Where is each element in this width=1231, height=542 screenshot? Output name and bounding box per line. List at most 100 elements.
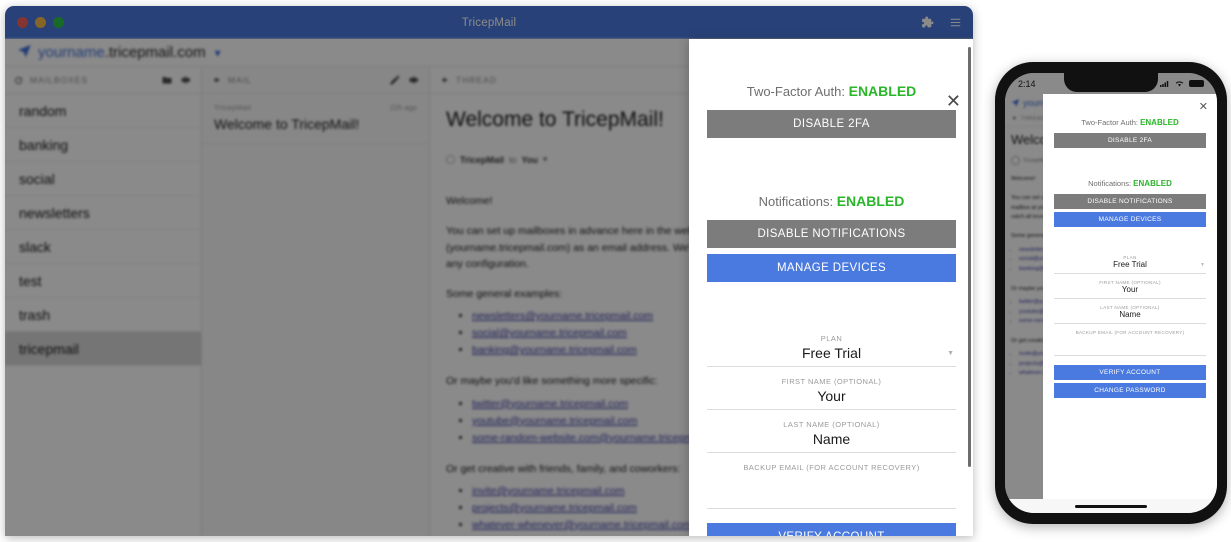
folder-icon[interactable] <box>161 74 173 86</box>
modal-scrollbar[interactable] <box>968 47 971 467</box>
last-name-input[interactable]: Name <box>707 431 956 449</box>
first-name-field[interactable]: FIRST NAME (OPTIONAL) Your <box>707 377 956 410</box>
sidebar-item-test[interactable]: test <box>5 264 201 298</box>
chevron-down-icon[interactable]: ▼ <box>947 350 954 357</box>
screenshot-stage: TricepMail yourname.tricepmail.com ▾ MAI… <box>0 0 1231 542</box>
last-name-label: LAST NAME (OPTIONAL) <box>783 420 880 429</box>
modal-scroll-area: ✕ Two-Factor Auth: ENABLED DISABLE 2FA N… <box>689 83 973 536</box>
plan-label: PLAN <box>820 334 843 343</box>
form-actions: VERIFY ACCOUNT CHANGE PASSWORD <box>707 523 956 536</box>
phone-two-factor-status-badge: ENABLED <box>1140 118 1179 127</box>
phone-two-factor-label: Two-Factor Auth: <box>1081 118 1138 127</box>
phone-disable-notifications-button[interactable]: DISABLE NOTIFICATIONS <box>1054 194 1206 209</box>
manage-devices-button[interactable]: MANAGE DEVICES <box>707 254 956 282</box>
mail-sender: TricepMail <box>214 103 252 112</box>
mailboxes-list: random banking social newsletters slack … <box>5 94 201 366</box>
chevron-down-icon[interactable]: ▾ <box>215 46 221 60</box>
home-indicator[interactable] <box>1075 505 1147 508</box>
email-link[interactable]: newsletters@yourname.tricepmail.com <box>472 310 653 322</box>
backup-email-field[interactable]: BACKUP EMAIL (FOR ACCOUNT RECOVERY) <box>707 463 956 509</box>
sidebar-item-slack[interactable]: slack <box>5 230 201 264</box>
mail-timestamp: 22h ago <box>389 103 417 112</box>
close-icon[interactable]: ✕ <box>946 92 961 110</box>
chevron-down-icon[interactable]: ▼ <box>1200 262 1205 268</box>
email-link[interactable]: twitter@yourname.tricepmail.com <box>472 398 628 410</box>
two-factor-label: Two-Factor Auth: <box>746 84 845 99</box>
window-titlebar: TricepMail <box>5 6 973 39</box>
phone-form-actions: VERIFY ACCOUNT CHANGE PASSWORD <box>1054 365 1206 398</box>
notifications-status-row: Notifications: ENABLED <box>707 193 956 209</box>
window-title: TricepMail <box>461 16 517 29</box>
verify-account-button[interactable]: VERIFY ACCOUNT <box>707 523 956 536</box>
sidebar-item-newsletters[interactable]: newsletters <box>5 196 201 230</box>
email-link[interactable]: invite@yourname.tricepmail.com <box>472 485 624 497</box>
mail-list-item[interactable]: TricepMail 22h ago Welcome to TricepMail… <box>202 94 429 144</box>
mail-list-pane: MAIL TricepMail 22h ago Welcome to Trice… <box>202 67 430 536</box>
phone-screen: 2:14 THREAD Welcome TricepMail Welcome! … <box>1005 73 1217 513</box>
mailbox-label: test <box>19 272 42 289</box>
domain-subdomain: yourname <box>38 44 105 61</box>
back-arrow-icon[interactable] <box>439 75 449 85</box>
phone-notifications-status-badge: ENABLED <box>1133 179 1172 188</box>
last-name-field[interactable]: LAST NAME (OPTIONAL) Name <box>707 420 956 453</box>
refresh-icon[interactable] <box>14 76 23 85</box>
first-name-input[interactable]: Your <box>707 388 956 406</box>
sidebar-item-social[interactable]: social <box>5 162 201 196</box>
phone-last-name-input[interactable]: Name <box>1054 310 1206 321</box>
phone-verify-account-button[interactable]: VERIFY ACCOUNT <box>1054 365 1206 380</box>
puzzle-piece-icon[interactable] <box>921 16 934 29</box>
account-form: PLAN Free Trial ▼ FIRST NAME (OPTIONAL) … <box>707 334 956 536</box>
paper-plane-icon <box>17 43 32 63</box>
sidebar-item-banking[interactable]: banking <box>5 128 201 162</box>
sidebar-item-random[interactable]: random <box>5 94 201 128</box>
gear-icon[interactable] <box>180 74 192 86</box>
notifications-label: Notifications: <box>758 194 834 209</box>
phone-backup-email-label: BACKUP EMAIL (FOR ACCOUNT RECOVERY) <box>1075 330 1185 335</box>
sidebar-item-tricepmail[interactable]: tricepmail <box>5 332 201 366</box>
mail-subject: Welcome to TricepMail! <box>214 116 360 132</box>
disable-notifications-button[interactable]: DISABLE NOTIFICATIONS <box>707 220 956 248</box>
email-link[interactable]: youtube@yourname.tricepmail.com <box>472 415 637 427</box>
phone-first-name-input[interactable]: Your <box>1054 285 1206 296</box>
phone-plan-select-value: Free Trial <box>1113 260 1147 269</box>
phone-disable-2fa-button[interactable]: DISABLE 2FA <box>1054 133 1206 148</box>
sidebar-item-trash[interactable]: trash <box>5 298 201 332</box>
phone-manage-devices-button[interactable]: MANAGE DEVICES <box>1054 212 1206 227</box>
caret-down-icon[interactable]: ▾ <box>543 154 548 165</box>
phone-backup-email-input[interactable] <box>1054 335 1206 346</box>
email-link[interactable]: social@yourname.tricepmail.com <box>472 327 627 339</box>
domain-label[interactable]: yourname.tricepmail.com <box>38 44 206 61</box>
mailbox-label: social <box>19 170 55 187</box>
traffic-lights <box>17 17 64 28</box>
gear-icon[interactable] <box>408 74 420 86</box>
plan-field[interactable]: PLAN Free Trial ▼ <box>707 334 956 367</box>
mailboxes-pane-header: MAILBOXES <box>5 67 201 94</box>
phone-first-name-field[interactable]: FIRST NAME (OPTIONAL) Your <box>1054 280 1206 299</box>
titlebar-actions <box>921 16 962 29</box>
account-settings-modal: ✕ Two-Factor Auth: ENABLED DISABLE 2FA N… <box>689 39 973 536</box>
thread-recipient: You <box>521 154 538 165</box>
maximize-window-button[interactable] <box>53 17 64 28</box>
phone-change-password-button[interactable]: CHANGE PASSWORD <box>1054 383 1206 398</box>
email-link[interactable]: whatever-whenever@yourname.tricepmail.co… <box>472 519 692 531</box>
mail-header-label: MAIL <box>228 75 252 85</box>
close-icon[interactable]: ✕ <box>1199 100 1208 113</box>
email-link[interactable]: banking@yourname.tricepmail.com <box>472 344 637 356</box>
phone-backup-email-field[interactable]: BACKUP EMAIL (FOR ACCOUNT RECOVERY) <box>1054 330 1206 356</box>
phone-last-name-field[interactable]: LAST NAME (OPTIONAL) Name <box>1054 305 1206 324</box>
back-arrow-icon[interactable] <box>211 75 221 85</box>
close-window-button[interactable] <box>17 17 28 28</box>
first-name-label: FIRST NAME (OPTIONAL) <box>781 377 882 386</box>
cellular-icon <box>1160 79 1170 89</box>
email-link[interactable]: projects@yourname.tricepmail.com <box>472 502 637 514</box>
backup-email-input[interactable] <box>707 474 956 492</box>
pencil-icon[interactable] <box>389 74 401 86</box>
thread-sender: TricepMail <box>460 154 505 165</box>
disable-2fa-button[interactable]: DISABLE 2FA <box>707 110 956 138</box>
notifications-status-badge: ENABLED <box>836 193 905 209</box>
phone-plan-field[interactable]: PLAN Free Trial ▼ <box>1054 255 1206 274</box>
hamburger-menu-icon[interactable] <box>949 16 962 29</box>
mailboxes-pane: MAILBOXES random banking social newslett… <box>5 67 202 536</box>
two-factor-status-row: Two-Factor Auth: ENABLED <box>707 83 956 99</box>
minimize-window-button[interactable] <box>35 17 46 28</box>
